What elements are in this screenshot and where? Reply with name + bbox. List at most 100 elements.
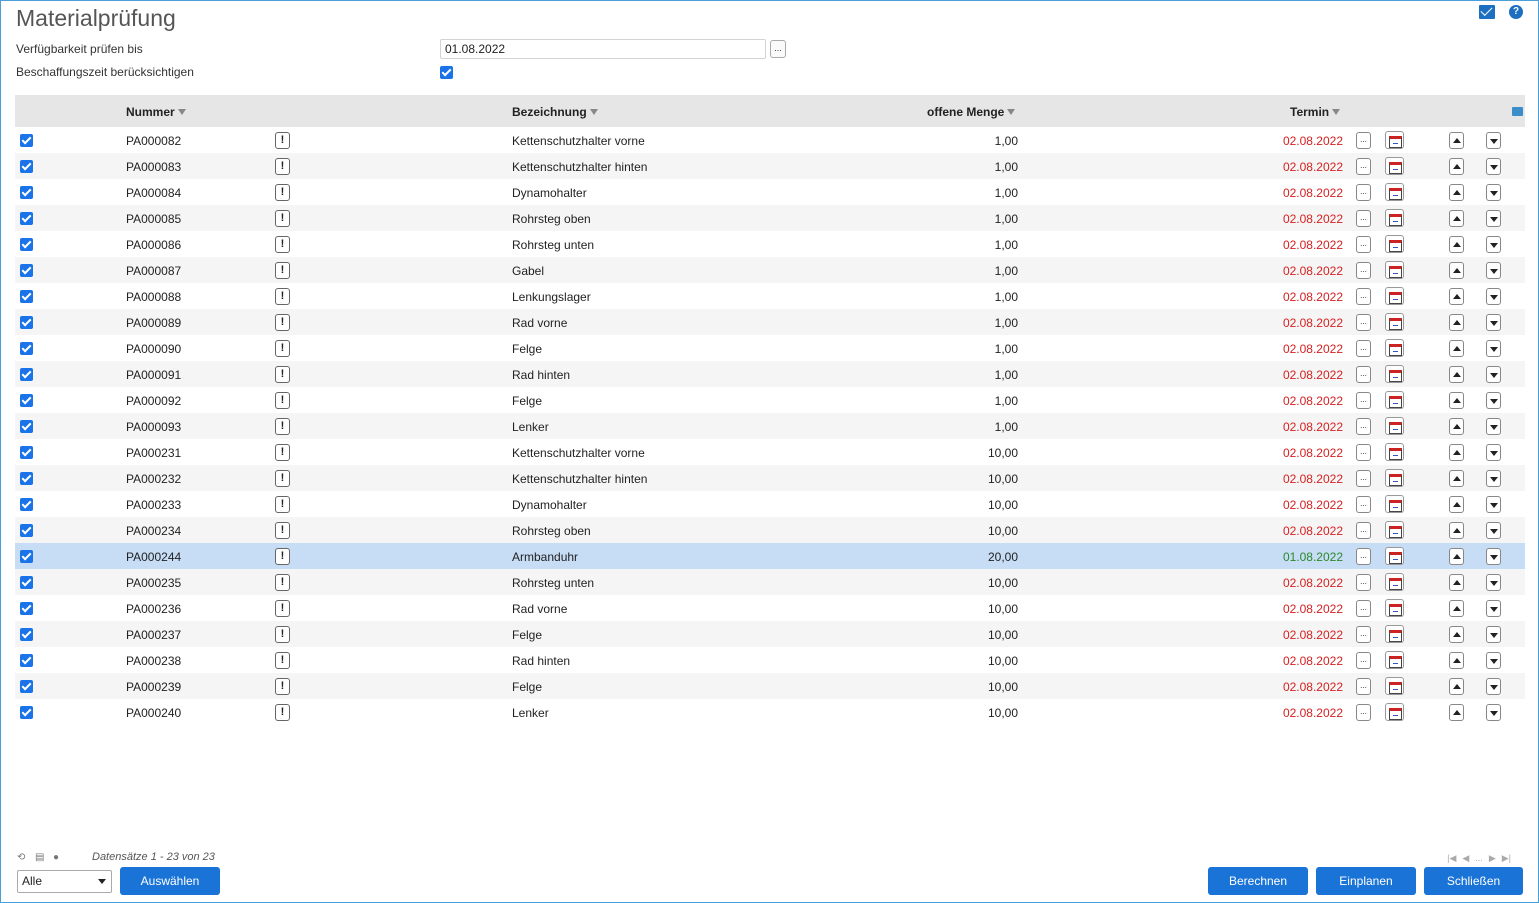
move-up-button[interactable] [1449, 652, 1464, 669]
move-down-button[interactable] [1486, 444, 1501, 461]
calendar-icon[interactable] [1385, 677, 1404, 695]
move-up-button[interactable] [1449, 288, 1464, 305]
table-row[interactable]: PA000238! Rad hinten 10,00 02.08.2022... [15, 647, 1525, 673]
move-up-button[interactable] [1449, 366, 1464, 383]
move-down-button[interactable] [1486, 548, 1501, 565]
row-checkbox[interactable] [20, 134, 33, 147]
move-up-button[interactable] [1449, 314, 1464, 331]
calendar-icon[interactable] [1385, 469, 1404, 487]
warning-icon[interactable]: ! [275, 392, 290, 409]
row-checkbox[interactable] [20, 654, 33, 667]
calendar-icon[interactable] [1385, 417, 1404, 435]
column-header-menge[interactable]: offene Menge [927, 105, 1016, 119]
details-button[interactable]: ... [1356, 444, 1371, 461]
move-up-button[interactable] [1449, 340, 1464, 357]
column-header-bezeichnung[interactable]: Bezeichnung [512, 105, 598, 119]
move-down-button[interactable] [1486, 158, 1501, 175]
table-row[interactable]: PA000093! Lenker 1,00 02.08.2022... [15, 413, 1525, 439]
move-down-button[interactable] [1486, 418, 1501, 435]
calendar-icon[interactable] [1385, 703, 1404, 721]
row-checkbox[interactable] [20, 628, 33, 641]
move-up-button[interactable] [1449, 262, 1464, 279]
column-header-termin[interactable]: Termin [1290, 105, 1341, 119]
move-up-button[interactable] [1449, 574, 1464, 591]
row-checkbox[interactable] [20, 680, 33, 693]
details-button[interactable]: ... [1356, 210, 1371, 227]
details-button[interactable]: ... [1356, 652, 1371, 669]
details-button[interactable]: ... [1356, 288, 1371, 305]
row-checkbox[interactable] [20, 420, 33, 433]
calendar-icon[interactable] [1385, 365, 1404, 383]
warning-icon[interactable]: ! [275, 574, 290, 591]
details-button[interactable]: ... [1356, 314, 1371, 331]
details-button[interactable]: ... [1356, 262, 1371, 279]
warning-icon[interactable]: ! [275, 288, 290, 305]
row-checkbox[interactable] [20, 316, 33, 329]
warning-icon[interactable]: ! [275, 652, 290, 669]
details-button[interactable]: ... [1356, 470, 1371, 487]
help-icon[interactable]: ? [1509, 5, 1523, 19]
first-page-icon[interactable]: |◀ [1447, 853, 1456, 864]
calendar-icon[interactable] [1385, 313, 1404, 331]
last-page-icon[interactable]: ▶| [1502, 853, 1511, 864]
filter-icon[interactable] [1007, 109, 1016, 115]
calendar-icon[interactable] [1385, 209, 1404, 227]
refresh-icon[interactable]: ⟲ [17, 853, 27, 863]
row-checkbox[interactable] [20, 446, 33, 459]
warning-icon[interactable]: ! [275, 678, 290, 695]
next-page-icon[interactable]: ▶ [1489, 853, 1496, 864]
move-up-button[interactable] [1449, 678, 1464, 695]
move-up-button[interactable] [1449, 236, 1464, 253]
details-button[interactable]: ... [1356, 704, 1371, 721]
calendar-icon[interactable] [1385, 573, 1404, 591]
warning-icon[interactable]: ! [275, 132, 290, 149]
calendar-icon[interactable] [1385, 443, 1404, 461]
move-up-button[interactable] [1449, 444, 1464, 461]
move-up-button[interactable] [1449, 626, 1464, 643]
warning-icon[interactable]: ! [275, 548, 290, 565]
details-button[interactable]: ... [1356, 184, 1371, 201]
table-row[interactable]: PA000239! Felge 10,00 02.08.2022... [15, 673, 1525, 699]
date-picker-button[interactable]: ... [770, 40, 786, 58]
calendar-icon[interactable] [1385, 599, 1404, 617]
calendar-icon[interactable] [1385, 651, 1404, 669]
warning-icon[interactable]: ! [275, 184, 290, 201]
row-checkbox[interactable] [20, 238, 33, 251]
filter-icon[interactable] [589, 109, 598, 115]
details-button[interactable]: ... [1356, 132, 1371, 149]
table-row[interactable]: PA000232! Kettenschutzhalter hinten 10,00 0… [15, 465, 1525, 491]
move-down-button[interactable] [1486, 392, 1501, 409]
move-down-button[interactable] [1486, 470, 1501, 487]
move-up-button[interactable] [1449, 132, 1464, 149]
row-checkbox[interactable] [20, 290, 33, 303]
calendar-icon[interactable] [1385, 391, 1404, 409]
warning-icon[interactable]: ! [275, 210, 290, 227]
move-up-button[interactable] [1449, 392, 1464, 409]
warning-icon[interactable]: ! [275, 314, 290, 331]
details-button[interactable]: ... [1356, 366, 1371, 383]
row-checkbox[interactable] [20, 706, 33, 719]
move-down-button[interactable] [1486, 600, 1501, 617]
mail-icon[interactable] [1479, 5, 1495, 19]
move-up-button[interactable] [1449, 496, 1464, 513]
warning-icon[interactable]: ! [275, 470, 290, 487]
calendar-icon[interactable] [1385, 131, 1404, 149]
prev-page-icon[interactable]: ◀ [1462, 853, 1469, 864]
move-up-button[interactable] [1449, 548, 1464, 565]
calculate-button[interactable]: Berechnen [1208, 867, 1308, 895]
table-row[interactable]: PA000089! Rad vorne 1,00 02.08.2022... [15, 309, 1525, 335]
select-button[interactable]: Auswählen [120, 867, 220, 895]
row-checkbox[interactable] [20, 524, 33, 537]
warning-icon[interactable]: ! [275, 444, 290, 461]
warning-icon[interactable]: ! [275, 158, 290, 175]
details-button[interactable]: ... [1356, 548, 1371, 565]
close-button[interactable]: Schließen [1424, 867, 1523, 895]
move-down-button[interactable] [1486, 496, 1501, 513]
move-down-button[interactable] [1486, 262, 1501, 279]
details-button[interactable]: ... [1356, 600, 1371, 617]
calendar-icon[interactable] [1385, 261, 1404, 279]
move-down-button[interactable] [1486, 288, 1501, 305]
calendar-icon[interactable] [1385, 521, 1404, 539]
plan-button[interactable]: Einplanen [1316, 867, 1416, 895]
details-button[interactable]: ... [1356, 340, 1371, 357]
